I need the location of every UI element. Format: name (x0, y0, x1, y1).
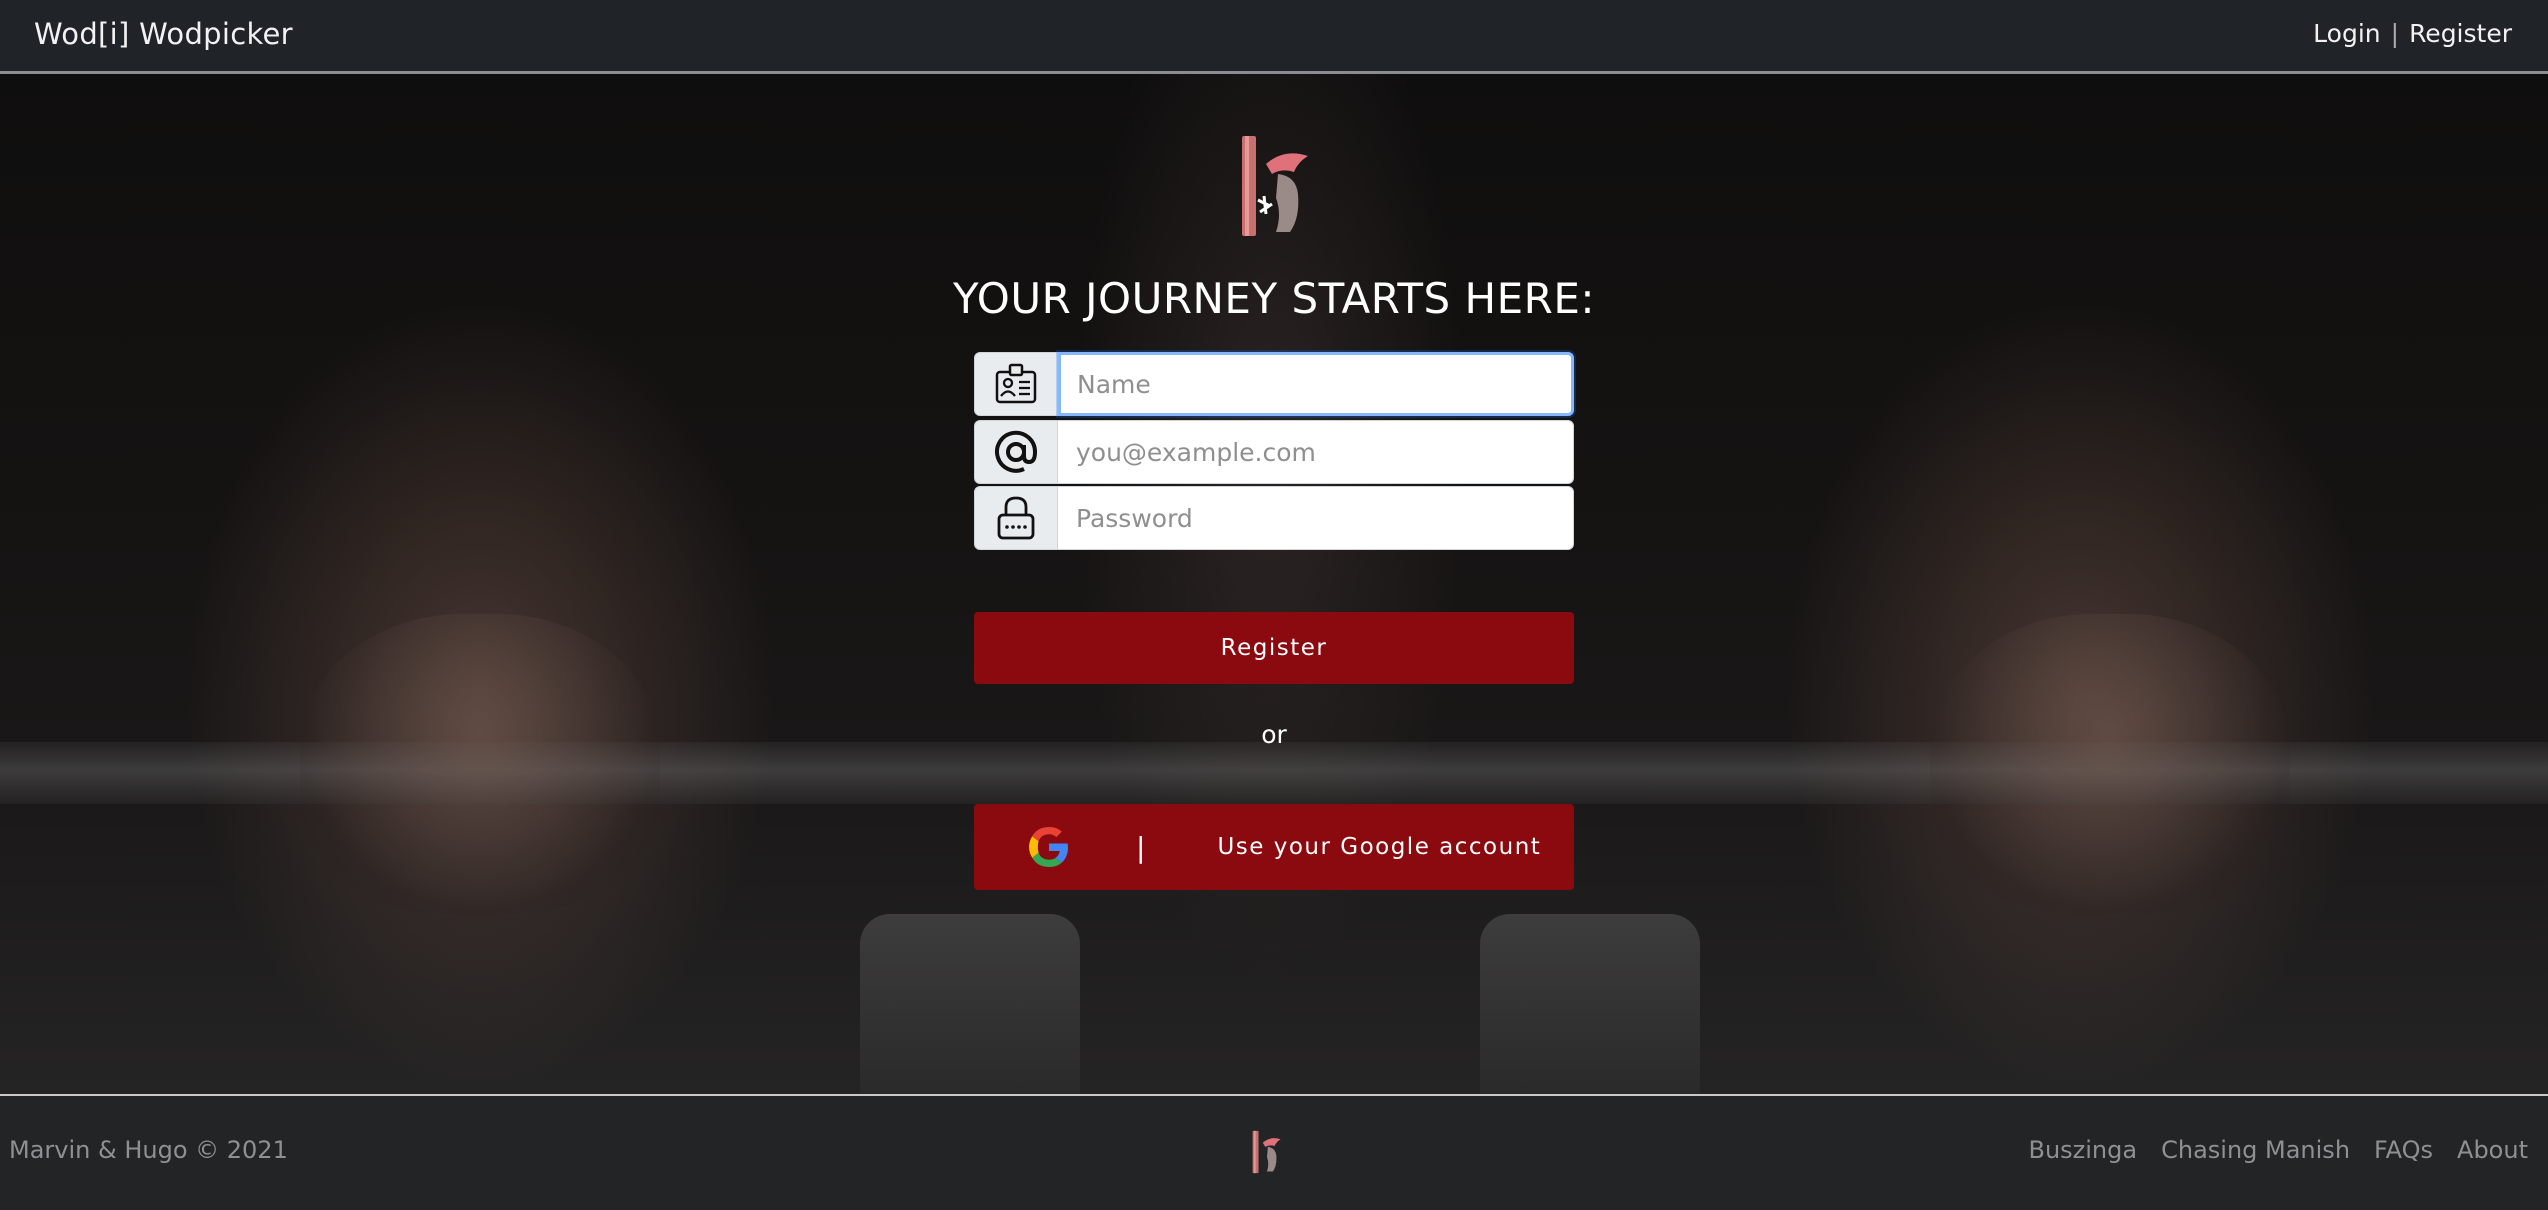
or-divider: or (1261, 720, 1287, 749)
page-headline: YOUR JOURNEY STARTS HERE: (952, 274, 1596, 323)
nav-separator: | (2390, 19, 2400, 48)
right-hand-background (1930, 614, 2290, 914)
footer-copyright: Marvin & Hugo © 2021 (9, 1136, 288, 1164)
right-shoe-background (1480, 914, 1700, 1096)
wodpicker-logo (1242, 136, 1308, 236)
google-signin-button[interactable]: | Use your Google account (974, 804, 1574, 890)
footer-link-chasing-manish[interactable]: Chasing Manish (2161, 1136, 2350, 1164)
password-input[interactable] (1058, 486, 1574, 550)
footer-links: Buszinga Chasing Manish FAQs About (2028, 1136, 2528, 1164)
email-field-group (974, 420, 1574, 486)
id-card-icon (974, 352, 1058, 416)
footer-link-buszinga[interactable]: Buszinga (2028, 1136, 2137, 1164)
at-sign-icon (974, 420, 1058, 484)
name-field-group (974, 352, 1574, 418)
lock-icon (974, 486, 1058, 550)
name-input[interactable] (1058, 352, 1574, 416)
footer-logo (1252, 1130, 1281, 1174)
register-button[interactable]: Register (974, 612, 1574, 684)
brand-title[interactable]: Wod[i] Wodpicker (34, 17, 293, 51)
footer: Marvin & Hugo © 2021 Buszinga Chasing Ma… (0, 1094, 2548, 1210)
password-field-group (974, 486, 1574, 552)
left-hand-background (300, 614, 660, 914)
google-button-label: Use your Google account (1217, 834, 1542, 860)
hero-background: YOUR JOURNEY STARTS HERE: Name you@examp… (0, 74, 2548, 1096)
auth-nav: Login | Register (2313, 19, 2512, 48)
google-separator: | (1136, 830, 1146, 864)
email-input[interactable] (1058, 420, 1574, 484)
register-link[interactable]: Register (2409, 19, 2512, 48)
footer-link-about[interactable]: About (2457, 1136, 2528, 1164)
footer-link-faqs[interactable]: FAQs (2374, 1136, 2433, 1164)
login-link[interactable]: Login (2313, 19, 2380, 48)
top-navbar: Wod[i] Wodpicker Login | Register (0, 0, 2548, 74)
google-icon (1029, 827, 1068, 867)
left-shoe-background (860, 914, 1080, 1096)
